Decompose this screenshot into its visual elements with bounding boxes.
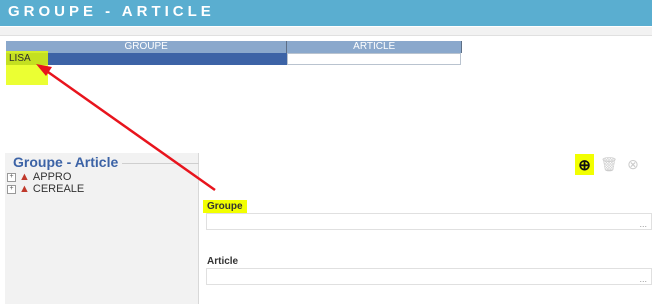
cell-article[interactable] xyxy=(287,53,461,65)
cone-icon: ▲ xyxy=(19,171,30,183)
validate-icon[interactable]: ⊘ xyxy=(648,156,652,174)
tree-node-appro[interactable]: + ▲ APPRO xyxy=(7,171,84,183)
groupe-tree: + ▲ APPRO + ▲ CEREALE xyxy=(7,171,84,195)
grid-header: GROUPE ARTICLE xyxy=(6,41,462,53)
tree-node-label: CEREALE xyxy=(32,183,85,195)
expand-icon[interactable]: + xyxy=(7,184,16,194)
column-header-groupe[interactable]: GROUPE xyxy=(6,41,288,53)
toolbar-strip xyxy=(0,27,652,36)
browse-button[interactable]: ... xyxy=(639,219,647,229)
groupe-article-grid: GROUPE ARTICLE LISA xyxy=(6,41,462,85)
column-header-article[interactable]: ARTICLE xyxy=(287,41,462,53)
delete-icon[interactable]: 🗑 xyxy=(600,156,618,174)
tree-node-cereale[interactable]: + ▲ CEREALE xyxy=(7,183,84,195)
detail-toolbar: ⊕ 🗑 ⊗ ⊘ xyxy=(575,154,652,175)
cancel-icon[interactable]: ⊗ xyxy=(624,156,642,174)
table-row[interactable]: LISA xyxy=(6,51,462,85)
tree-panel: Groupe - Article + ▲ APPRO + ▲ CEREALE xyxy=(5,153,199,304)
article-label: Article xyxy=(207,256,239,267)
cell-groupe-value: LISA xyxy=(9,53,31,64)
panel-title: Groupe - Article xyxy=(13,154,123,170)
panel-title-rule xyxy=(115,163,199,164)
expand-icon[interactable]: + xyxy=(7,172,16,182)
groupe-label: Groupe xyxy=(203,200,247,213)
browse-button[interactable]: ... xyxy=(639,274,647,284)
groupe-field[interactable]: ... xyxy=(206,213,652,230)
add-icon[interactable]: ⊕ xyxy=(575,154,594,175)
window-title-bar: GROUPE - ARTICLE xyxy=(0,0,652,26)
cell-groupe[interactable]: LISA xyxy=(6,51,287,85)
window-title: GROUPE - ARTICLE xyxy=(8,3,215,20)
cone-icon: ▲ xyxy=(19,183,30,195)
tree-node-label: APPRO xyxy=(32,171,72,183)
article-field[interactable]: ... xyxy=(206,268,652,285)
